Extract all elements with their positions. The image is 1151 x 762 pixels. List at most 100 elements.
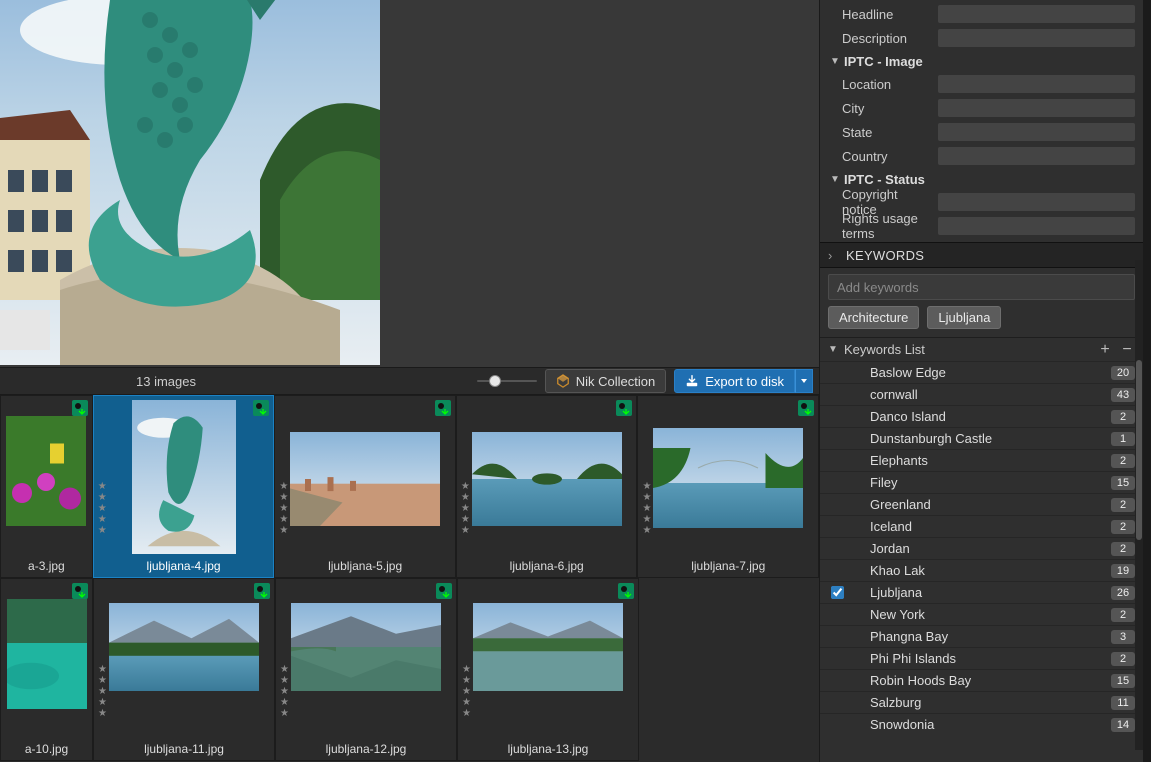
keyword-list-item[interactable]: Phangna Bay 3 <box>820 625 1143 647</box>
keyword-count: 3 <box>1111 630 1135 644</box>
remove-keyword-icon[interactable]: − <box>1119 341 1135 359</box>
right-panel: Headline Description ▼ IPTC - Image Loca… <box>819 0 1143 762</box>
keyword-name: Dunstanburgh Castle <box>852 431 1105 446</box>
disclosure-triangle-icon: ▼ <box>828 344 838 355</box>
chevron-down-icon <box>800 377 808 385</box>
keyword-list-item[interactable]: cornwall 43 <box>820 383 1143 405</box>
export-badge-icon <box>798 400 814 416</box>
keyword-name: Greenland <box>852 497 1105 512</box>
keyword-list-item[interactable]: Snowdonia 14 <box>820 713 1143 735</box>
keyword-list-item[interactable]: Danco Island 2 <box>820 405 1143 427</box>
thumbnail[interactable]: a-3.jpg <box>0 395 93 578</box>
keyword-name: Jordan <box>852 541 1105 556</box>
export-badge-icon <box>72 583 88 599</box>
add-keywords-input[interactable]: Add keywords <box>828 274 1135 300</box>
thumbnail[interactable]: ★★★★★ ljubljana-5.jpg <box>274 395 456 578</box>
thumbnail-filename: ljubljana-11.jpg <box>94 742 274 756</box>
image-count-label: 13 images <box>6 374 326 389</box>
keyword-list-item[interactable]: New York 2 <box>820 603 1143 625</box>
field-input[interactable] <box>938 193 1135 211</box>
keyword-list-item[interactable]: Baslow Edge 20 <box>820 361 1143 383</box>
keyword-list-item[interactable]: Iceland 2 <box>820 515 1143 537</box>
thumbnail[interactable]: ★★★★★ ljubljana-11.jpg <box>93 578 275 761</box>
thumbnail-filename: ljubljana-12.jpg <box>276 742 456 756</box>
disclosure-triangle-icon: ▼ <box>830 56 840 67</box>
keyword-name: Ljubljana <box>852 585 1105 600</box>
keyword-list-item[interactable]: Dunstanburgh Castle 1 <box>820 427 1143 449</box>
keyword-name: Filey <box>852 475 1105 490</box>
preview-area[interactable] <box>0 0 819 367</box>
thumbnail-size-slider[interactable] <box>477 374 537 388</box>
rating-stars[interactable]: ★★★★★ <box>461 482 470 536</box>
metadata-field: State <box>828 120 1135 144</box>
thumbnail-filename: ljubljana-6.jpg <box>457 559 637 573</box>
keyword-count: 11 <box>1111 696 1135 710</box>
keyword-name: Phi Phi Islands <box>852 651 1105 666</box>
keyword-tag[interactable]: Ljubljana <box>927 306 1001 329</box>
keyword-list-item[interactable]: Greenland 2 <box>820 493 1143 515</box>
keyword-list-item[interactable]: Robin Hoods Bay 15 <box>820 669 1143 691</box>
field-input[interactable] <box>938 99 1135 117</box>
export-dropdown-button[interactable] <box>795 369 813 393</box>
keyword-count: 2 <box>1111 410 1135 424</box>
metadata-field: Country <box>828 144 1135 168</box>
keywords-panel-header[interactable]: › KEYWORDS <box>820 242 1143 268</box>
nik-icon <box>556 374 570 388</box>
field-input[interactable] <box>938 75 1135 93</box>
rating-stars[interactable]: ★★★★★ <box>642 482 651 536</box>
thumbnail-filename: ljubljana-7.jpg <box>638 559 818 573</box>
field-label: State <box>828 125 932 140</box>
keywords-list: Baslow Edge 20 cornwall 43 Danco Island … <box>820 361 1143 735</box>
export-button-group: Export to disk <box>674 369 813 393</box>
keyword-list-item[interactable]: Ljubljana 26 <box>820 581 1143 603</box>
rating-stars[interactable]: ★★★★★ <box>280 665 289 719</box>
nik-collection-button[interactable]: Nik Collection <box>545 369 666 393</box>
keyword-list-item[interactable]: Khao Lak 19 <box>820 559 1143 581</box>
field-label: Rights usage terms <box>828 211 932 241</box>
field-input[interactable] <box>938 123 1135 141</box>
keyword-list-item[interactable]: Filey 15 <box>820 471 1143 493</box>
keyword-name: Elephants <box>852 453 1105 468</box>
keyword-checkbox[interactable] <box>828 586 846 599</box>
thumbnail[interactable]: ★★★★★ ljubljana-6.jpg <box>456 395 638 578</box>
keyword-count: 20 <box>1111 366 1135 380</box>
keywords-list-header[interactable]: ▼ Keywords List + − <box>820 337 1143 361</box>
thumbnail-strip[interactable]: a-3.jpg ★★★★★ ljubljana-4.jpg ★★★★★ ljub… <box>0 395 819 762</box>
export-badge-icon <box>436 583 452 599</box>
field-input[interactable] <box>938 5 1135 23</box>
keyword-name: Danco Island <box>852 409 1105 424</box>
keyword-list-item[interactable]: Salzburg 11 <box>820 691 1143 713</box>
keyword-name: Snowdonia <box>852 717 1105 732</box>
thumbnail-filename: a-3.jpg <box>1 559 92 573</box>
keyword-count: 2 <box>1111 454 1135 468</box>
iptc-image-section[interactable]: ▼ IPTC - Image <box>828 50 1135 72</box>
field-input[interactable] <box>938 29 1135 47</box>
thumbnail[interactable]: a-10.jpg <box>0 578 93 761</box>
thumbnail[interactable]: ★★★★★ ljubljana-7.jpg <box>637 395 819 578</box>
keyword-count: 2 <box>1111 608 1135 622</box>
rating-stars[interactable]: ★★★★★ <box>462 665 471 719</box>
keyword-tag[interactable]: Architecture <box>828 306 919 329</box>
rating-stars[interactable]: ★★★★★ <box>98 482 107 536</box>
metadata-panel: Headline Description ▼ IPTC - Image Loca… <box>820 0 1143 242</box>
field-input[interactable] <box>938 217 1135 235</box>
field-input[interactable] <box>938 147 1135 165</box>
preview-image <box>0 0 380 365</box>
field-label: Location <box>828 77 932 92</box>
rating-stars[interactable]: ★★★★★ <box>98 665 107 719</box>
keyword-count: 2 <box>1111 542 1135 556</box>
keyword-list-item[interactable]: Elephants 2 <box>820 449 1143 471</box>
keyword-name: Baslow Edge <box>852 365 1105 380</box>
thumbnail[interactable]: ★★★★★ ljubljana-12.jpg <box>275 578 457 761</box>
keyword-list-item[interactable]: Jordan 2 <box>820 537 1143 559</box>
add-keyword-icon[interactable]: + <box>1097 341 1113 359</box>
thumbnail[interactable]: ★★★★★ ljubljana-4.jpg <box>93 395 275 578</box>
keyword-list-item[interactable]: Phi Phi Islands 2 <box>820 647 1143 669</box>
export-badge-icon <box>72 400 88 416</box>
export-icon <box>685 374 699 388</box>
right-scrollbar[interactable] <box>1135 260 1143 750</box>
metadata-field: Description <box>828 26 1135 50</box>
thumbnail[interactable]: ★★★★★ ljubljana-13.jpg <box>457 578 639 761</box>
rating-stars[interactable]: ★★★★★ <box>279 482 288 536</box>
export-to-disk-button[interactable]: Export to disk <box>674 369 795 393</box>
